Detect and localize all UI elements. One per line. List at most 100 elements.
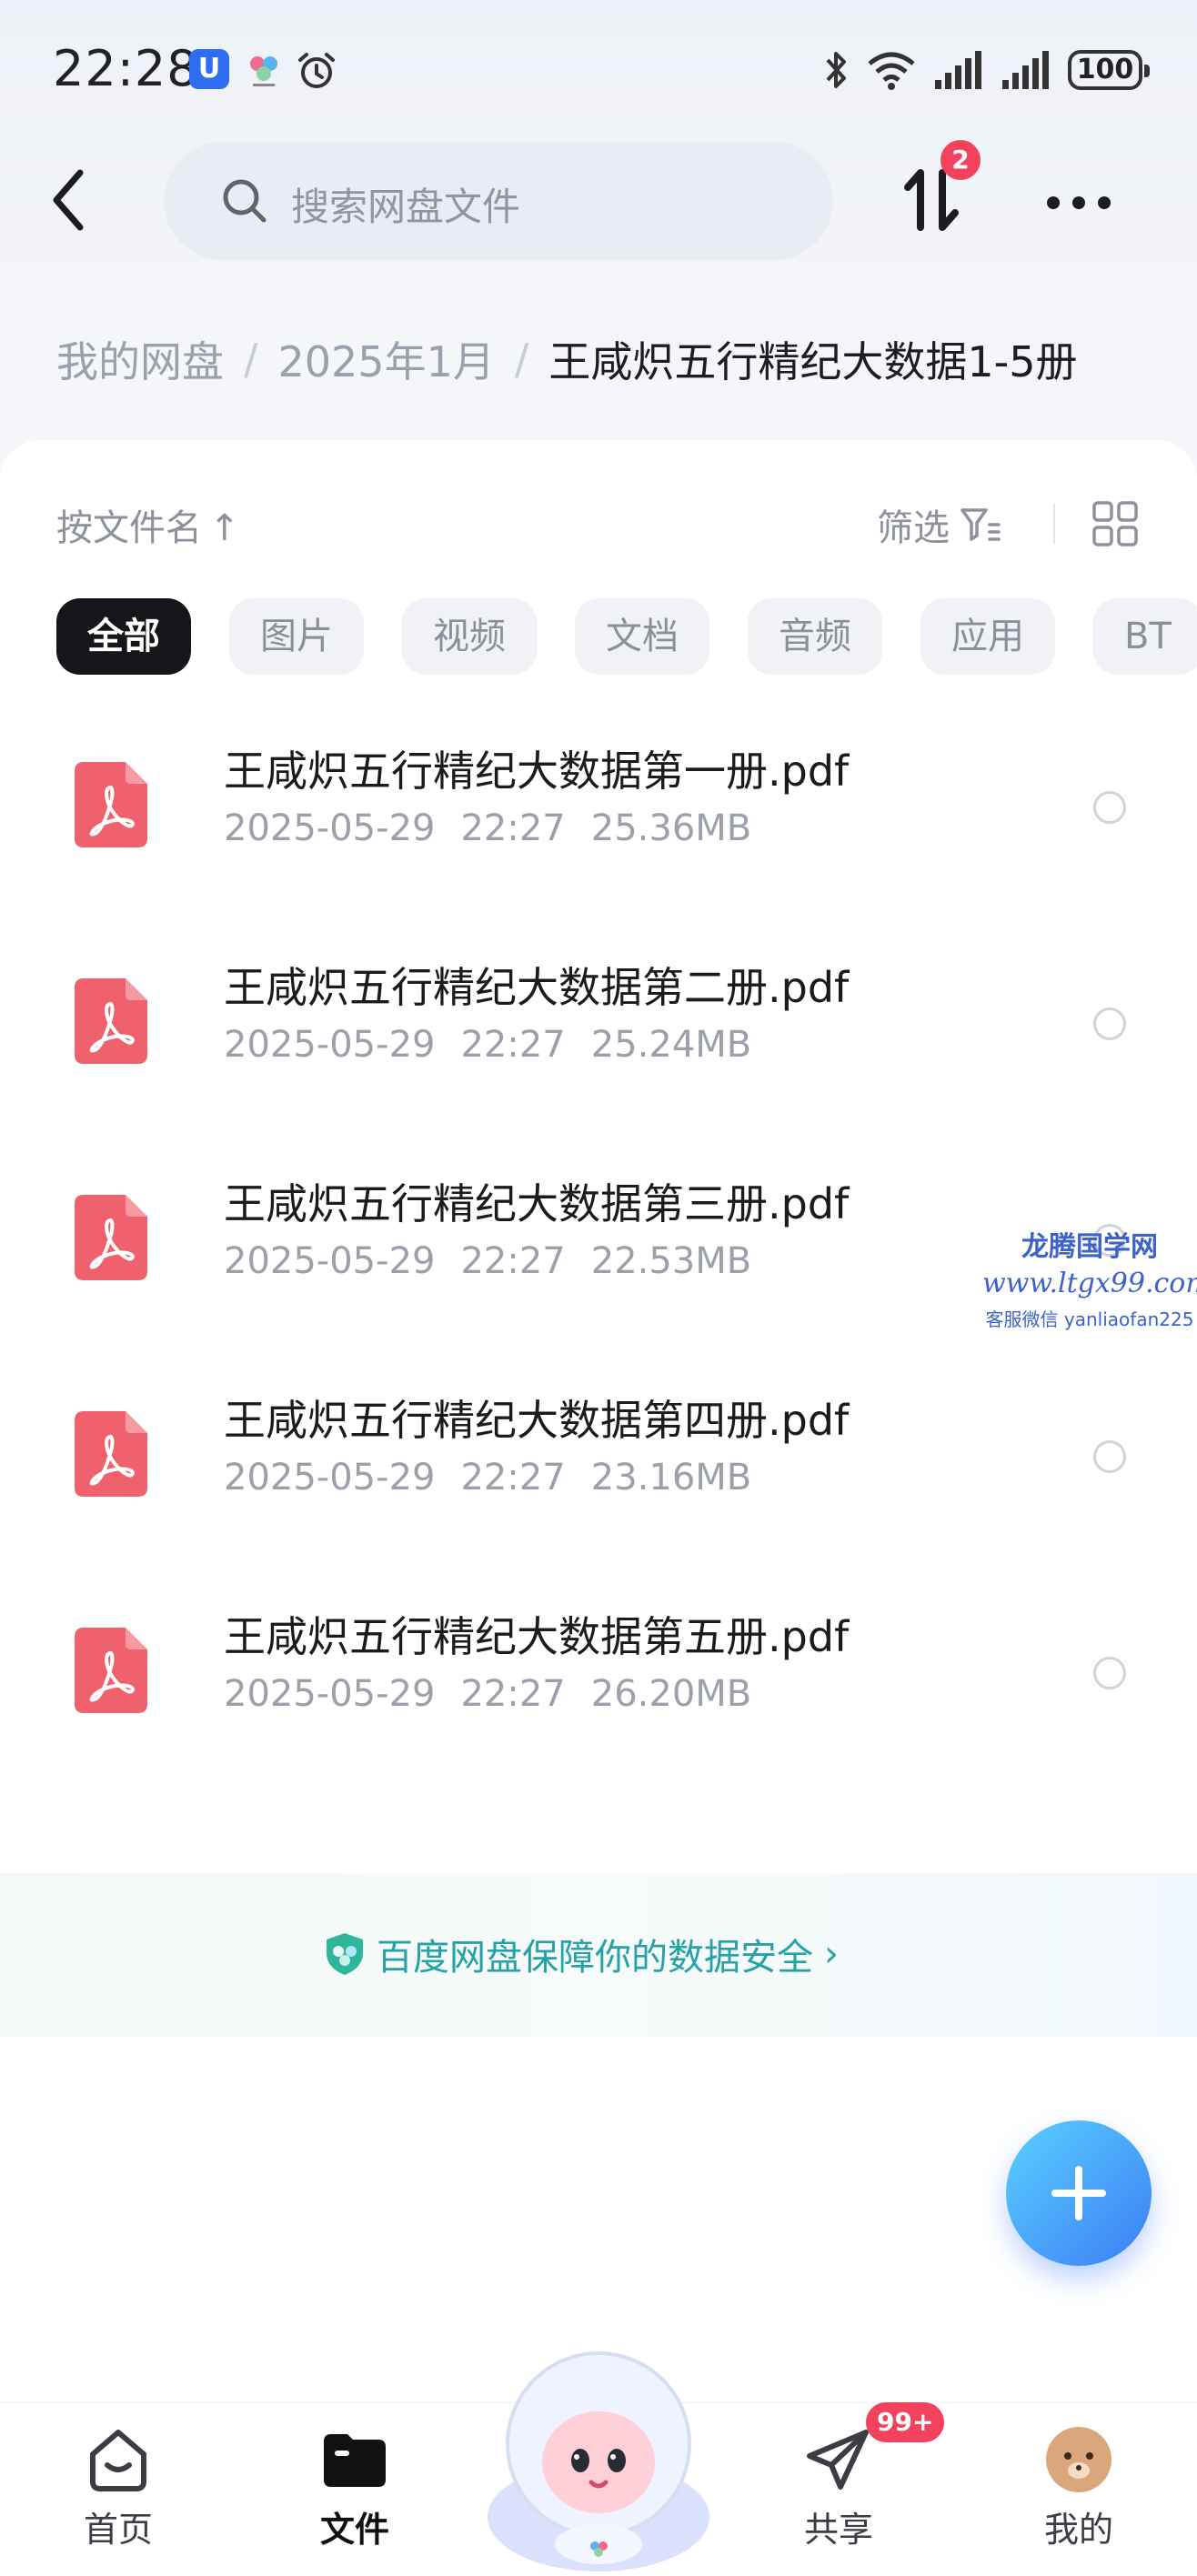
- file-meta: 2025-05-29 22:27 22.53MB: [224, 1240, 777, 1282]
- filter-icon: [961, 508, 1001, 541]
- chip-audio[interactable]: 音频: [748, 598, 882, 675]
- file-size: 23.16MB: [590, 1457, 752, 1498]
- tab-label: 共享: [803, 2510, 873, 2550]
- select-radio[interactable]: [1093, 1657, 1126, 1689]
- more-icon[interactable]: [1042, 189, 1115, 216]
- breadcrumb-item-root[interactable]: 我的网盘: [56, 329, 224, 389]
- watermark: 龙腾国学网 www.ltgx99.com 客服微信 yanliaofan225: [982, 1224, 1197, 1331]
- plus-icon: [1051, 2166, 1106, 2220]
- file-name: 王咸炽五行精纪大数据第五册.pdf: [224, 1612, 850, 1661]
- tab-files[interactable]: 文件: [282, 2423, 428, 2551]
- mascot-assistant-button[interactable]: [482, 2344, 715, 2575]
- signal-icon: [935, 51, 981, 89]
- avatar-icon: [1046, 2427, 1112, 2492]
- select-radio[interactable]: [1093, 1440, 1126, 1473]
- add-button[interactable]: [1006, 2120, 1152, 2266]
- back-icon[interactable]: [44, 164, 98, 236]
- chip-all[interactable]: 全部: [56, 598, 191, 675]
- pdf-file-icon: [75, 1411, 147, 1497]
- file-date: 2025-05-29: [224, 1024, 436, 1066]
- tab-label: 首页: [83, 2510, 153, 2550]
- chip-apps[interactable]: 应用: [920, 598, 1055, 675]
- watermark-contact: 客服微信 yanliaofan225: [985, 1308, 1194, 1330]
- select-radio[interactable]: [1093, 1007, 1126, 1040]
- sort-toggle[interactable]: 按文件名 ↑: [56, 498, 240, 551]
- chip-images[interactable]: 图片: [229, 598, 364, 675]
- file-size: 26.20MB: [590, 1673, 752, 1715]
- watermark-url: www.ltgx99.com: [982, 1268, 1197, 1299]
- filter-button[interactable]: 筛选: [877, 498, 1002, 551]
- tab-profile[interactable]: 我的: [1006, 2423, 1152, 2551]
- home-icon: [90, 2430, 146, 2491]
- file-size: 25.36MB: [590, 807, 752, 849]
- tab-label: 我的: [1043, 2510, 1113, 2550]
- security-banner[interactable]: 百度网盘保障你的数据安全 ›: [0, 1873, 1197, 2037]
- breadcrumb-item-month[interactable]: 2025年1月: [278, 329, 495, 389]
- status-bar: 22:28 U 100: [0, 36, 1197, 109]
- wifi-icon: [868, 52, 915, 90]
- tab-label: 文件: [319, 2510, 389, 2550]
- transfer-badge: 2: [940, 140, 981, 180]
- file-row[interactable]: 王咸炽五行精纪大数据第五册.pdf 2025-05-29 22:27 26.20MB: [0, 1562, 1197, 1779]
- file-time: 22:27: [460, 807, 566, 849]
- file-date: 2025-05-29: [224, 807, 436, 849]
- tab-share[interactable]: 共享: [766, 2423, 911, 2551]
- file-row[interactable]: 王咸炽五行精纪大数据第四册.pdf 2025-05-29 22:27 23.16MB: [0, 1346, 1197, 1562]
- alarm-icon: [298, 53, 335, 88]
- file-size: 22.53MB: [590, 1240, 752, 1282]
- app-notification-icon: U: [189, 49, 229, 89]
- file-meta: 2025-05-29 22:27 23.16MB: [224, 1457, 777, 1498]
- chip-documents[interactable]: 文档: [575, 598, 709, 675]
- select-radio[interactable]: [1093, 791, 1126, 824]
- file-row[interactable]: 王咸炽五行精纪大数据第一册.pdf 2025-05-29 22:27 25.36MB: [0, 697, 1197, 913]
- file-name: 王咸炽五行精纪大数据第四册.pdf: [224, 1396, 850, 1445]
- file-time: 22:27: [460, 1024, 566, 1066]
- share-badge: 99+: [866, 2402, 945, 2442]
- cloud-app-icon: [250, 56, 277, 86]
- file-date: 2025-05-29: [224, 1673, 436, 1715]
- chip-videos[interactable]: 视频: [402, 598, 537, 675]
- filter-label: 筛选: [877, 507, 950, 549]
- file-meta: 2025-05-29 22:27 26.20MB: [224, 1673, 777, 1715]
- security-banner-text: 百度网盘保障你的数据安全: [377, 1937, 813, 1979]
- file-name: 王咸炽五行精纪大数据第三册.pdf: [224, 1179, 850, 1228]
- sort-label: 按文件名: [56, 507, 202, 549]
- send-icon: [807, 2430, 869, 2490]
- file-size: 25.24MB: [590, 1024, 752, 1066]
- status-time: 22:28: [53, 40, 199, 97]
- search-icon: [223, 179, 267, 223]
- file-date: 2025-05-29: [224, 1457, 436, 1498]
- file-time: 22:27: [460, 1457, 566, 1498]
- bluetooth-icon: [826, 52, 846, 88]
- breadcrumb-current: 王咸炽五行精纪大数据1-5册: [548, 337, 1078, 386]
- file-name: 王咸炽五行精纪大数据第一册.pdf: [224, 747, 850, 796]
- shield-icon: [327, 1933, 363, 1975]
- signal-icon: [1002, 51, 1049, 89]
- search-bar[interactable]: 搜索网盘文件: [164, 142, 833, 260]
- file-name: 王咸炽五行精纪大数据第二册.pdf: [224, 963, 850, 1012]
- toolbar-divider: [1053, 504, 1055, 544]
- battery-indicator: 100: [1068, 50, 1150, 90]
- breadcrumb-separator: /: [244, 335, 258, 384]
- category-filter-chips: 全部 图片 视频 文档 音频 应用 BT: [56, 598, 1197, 677]
- file-date: 2025-05-29: [224, 1240, 436, 1282]
- sort-direction-icon: ↑: [209, 507, 240, 549]
- pdf-file-icon: [75, 978, 147, 1064]
- breadcrumb-separator: /: [514, 335, 529, 384]
- watermark-title: 龙腾国学网: [1021, 1231, 1158, 1263]
- pdf-file-icon: [75, 1195, 147, 1280]
- pdf-file-icon: [75, 1628, 147, 1713]
- breadcrumb: 我的网盘 / 2025年1月 / 王咸炽五行精纪大数据1-5册: [56, 329, 1077, 389]
- file-meta: 2025-05-29 22:27 25.36MB: [224, 807, 777, 849]
- pdf-file-icon: [75, 762, 147, 847]
- folder-icon: [324, 2434, 386, 2487]
- search-placeholder: 搜索网盘文件: [291, 185, 521, 229]
- grid-view-icon[interactable]: [1091, 500, 1139, 547]
- file-time: 22:27: [460, 1240, 566, 1282]
- chip-bt[interactable]: BT: [1093, 598, 1197, 675]
- file-row[interactable]: 王咸炽五行精纪大数据第二册.pdf 2025-05-29 22:27 25.24MB: [0, 913, 1197, 1129]
- tab-home[interactable]: 首页: [45, 2423, 191, 2551]
- file-time: 22:27: [460, 1673, 566, 1715]
- file-meta: 2025-05-29 22:27 25.24MB: [224, 1024, 777, 1066]
- chevron-right-icon: ›: [824, 1933, 839, 1975]
